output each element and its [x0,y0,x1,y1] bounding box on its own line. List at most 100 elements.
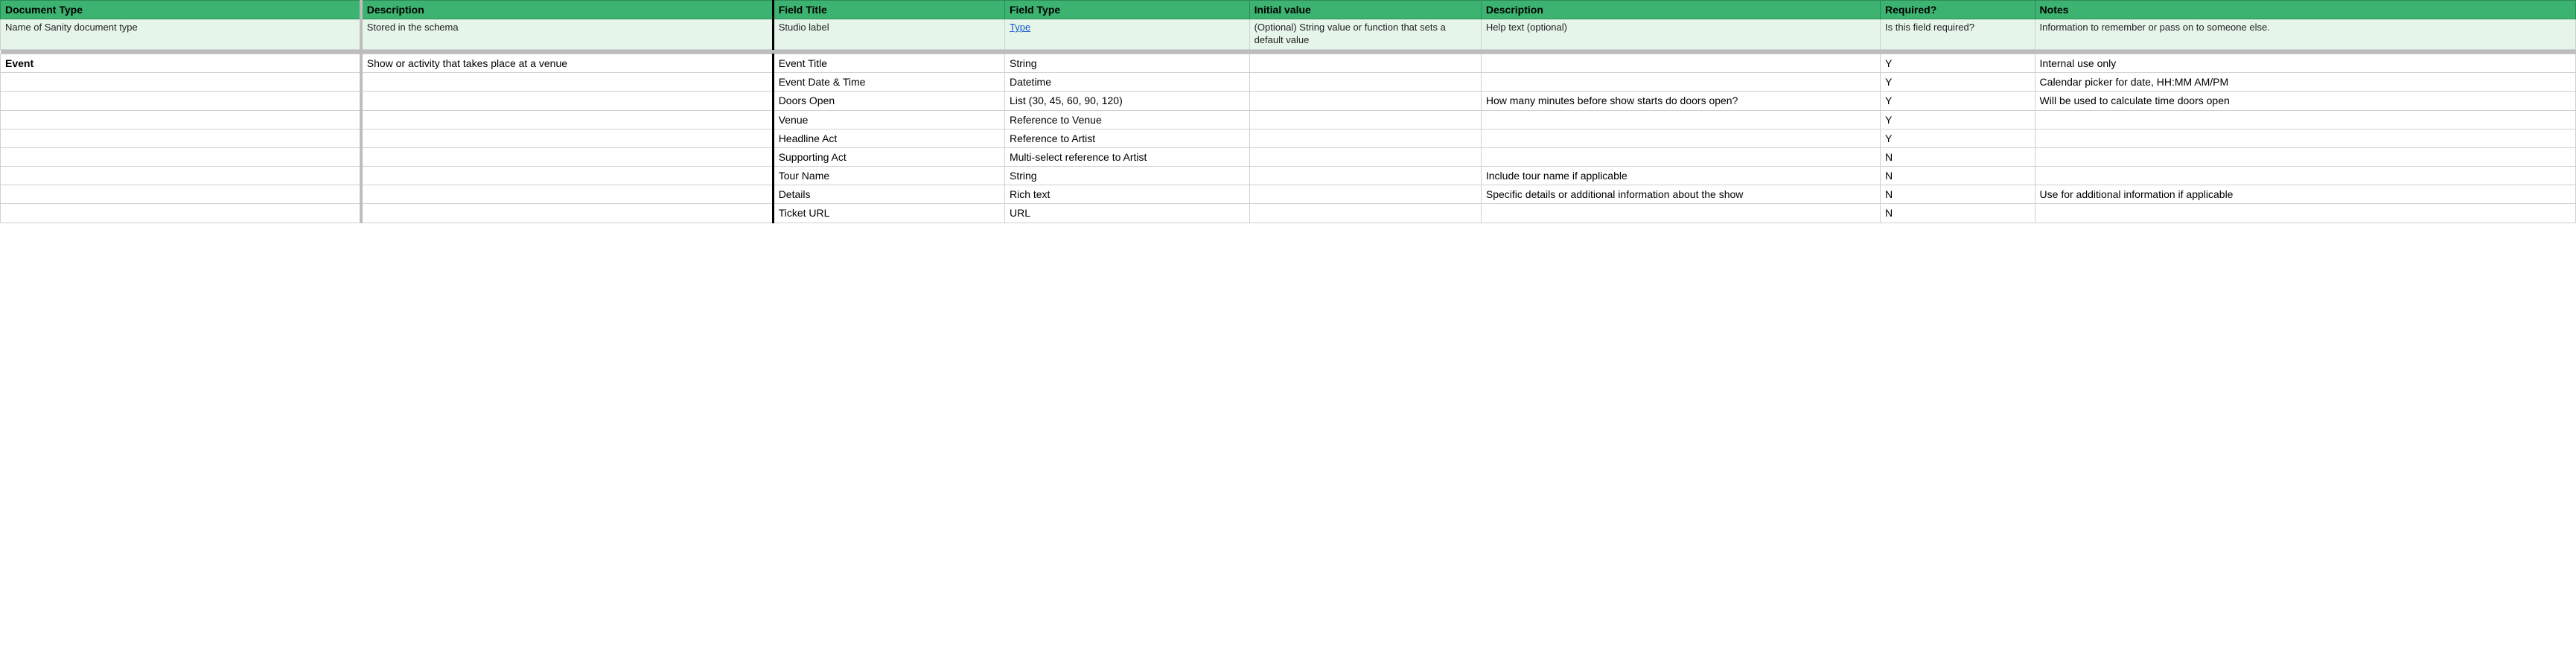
cell-field-type[interactable]: URL [1004,204,1249,223]
cell-field-type[interactable]: String [1004,167,1249,185]
sub-initial[interactable]: (Optional) String value or function that… [1249,19,1481,50]
header-row: Document Type Description Field Title Fi… [1,1,2576,19]
sub-description-1[interactable]: Stored in the schema [361,19,773,50]
cell-description[interactable] [1481,54,1880,72]
cell-required[interactable]: N [1881,147,2035,166]
cell-notes[interactable] [2035,167,2575,185]
cell-document-type[interactable] [1,110,361,129]
col-header-initial[interactable]: Initial value [1249,1,1481,19]
cell-required[interactable]: N [1881,167,2035,185]
document-name: Event [5,57,34,69]
cell-initial[interactable] [1249,54,1481,72]
table-row: DetailsRich text Specific details or addi… [1,185,2576,204]
type-link[interactable]: Type [1010,22,1030,33]
cell-description[interactable]: Include tour name if applicable [1481,167,1880,185]
cell-notes[interactable] [2035,204,2575,223]
table-row: Event Date & TimeDatetime YCalendar picke… [1,73,2576,92]
cell-notes[interactable] [2035,129,2575,147]
cell-required[interactable]: N [1881,185,2035,204]
cell-field-title[interactable]: Supporting Act [773,147,1004,166]
cell-initial[interactable] [1249,204,1481,223]
table-row: Supporting ActMulti-select reference to … [1,147,2576,166]
cell-notes[interactable] [2035,147,2575,166]
cell-field-type[interactable]: Reference to Artist [1004,129,1249,147]
cell-field-type[interactable]: Reference to Venue [1004,110,1249,129]
col-header-document-type[interactable]: Document Type [1,1,361,19]
cell-field-title[interactable]: Venue [773,110,1004,129]
sub-notes[interactable]: Information to remember or pass on to so… [2035,19,2575,50]
cell-field-type[interactable]: Rich text [1004,185,1249,204]
cell-document-description[interactable] [361,73,773,92]
cell-initial[interactable] [1249,185,1481,204]
cell-description[interactable]: Specific details or additional informati… [1481,185,1880,204]
cell-description[interactable]: How many minutes before show starts do d… [1481,92,1880,110]
cell-document-description[interactable] [361,92,773,110]
cell-required[interactable]: Y [1881,54,2035,72]
cell-field-type[interactable]: String [1004,54,1249,72]
cell-document-type[interactable] [1,185,361,204]
cell-notes[interactable]: Will be used to calculate time doors ope… [2035,92,2575,110]
col-header-description-2[interactable]: Description [1481,1,1880,19]
cell-field-title[interactable]: Event Date & Time [773,73,1004,92]
table-row: Event Show or activity that takes place a… [1,54,2576,72]
cell-description[interactable] [1481,129,1880,147]
col-header-field-type[interactable]: Field Type [1004,1,1249,19]
col-header-field-title[interactable]: Field Title [773,1,1004,19]
cell-description[interactable] [1481,73,1880,92]
cell-document-description[interactable] [361,129,773,147]
cell-field-title[interactable]: Ticket URL [773,204,1004,223]
cell-notes[interactable]: Internal use only [2035,54,2575,72]
cell-field-title[interactable]: Event Title [773,54,1004,72]
cell-initial[interactable] [1249,110,1481,129]
col-header-notes[interactable]: Notes [2035,1,2575,19]
cell-notes[interactable] [2035,110,2575,129]
table-row: Tour NameString Include tour name if appl… [1,167,2576,185]
cell-document-description[interactable] [361,185,773,204]
cell-required[interactable]: N [1881,204,2035,223]
cell-field-title[interactable]: Tour Name [773,167,1004,185]
sub-field-type[interactable]: Type [1004,19,1249,50]
cell-field-type[interactable]: List (30, 45, 60, 90, 120) [1004,92,1249,110]
cell-description[interactable] [1481,110,1880,129]
sub-field-title[interactable]: Studio label [773,19,1004,50]
cell-field-title[interactable]: Headline Act [773,129,1004,147]
cell-field-title[interactable]: Doors Open [773,92,1004,110]
cell-document-type[interactable]: Event [1,54,361,72]
table-row: Doors OpenList (30, 45, 60, 90, 120) How … [1,92,2576,110]
cell-field-type[interactable]: Multi-select reference to Artist [1004,147,1249,166]
cell-document-type[interactable] [1,147,361,166]
schema-table: Document Type Description Field Title Fi… [0,0,2576,223]
cell-field-type[interactable]: Datetime [1004,73,1249,92]
cell-document-description[interactable] [361,110,773,129]
cell-initial[interactable] [1249,73,1481,92]
col-header-required[interactable]: Required? [1881,1,2035,19]
col-header-description-1[interactable]: Description [361,1,773,19]
sub-required[interactable]: Is this field required? [1881,19,2035,50]
table-row: Headline ActReference to Artist Y [1,129,2576,147]
cell-initial[interactable] [1249,167,1481,185]
cell-document-type[interactable] [1,92,361,110]
table-row: Ticket URLURL N [1,204,2576,223]
cell-initial[interactable] [1249,147,1481,166]
cell-notes[interactable]: Calendar picker for date, HH:MM AM/PM [2035,73,2575,92]
cell-required[interactable]: Y [1881,129,2035,147]
cell-initial[interactable] [1249,92,1481,110]
cell-required[interactable]: Y [1881,92,2035,110]
cell-document-description[interactable] [361,204,773,223]
cell-initial[interactable] [1249,129,1481,147]
cell-description[interactable] [1481,204,1880,223]
sub-description-2[interactable]: Help text (optional) [1481,19,1880,50]
cell-document-description[interactable] [361,167,773,185]
cell-notes[interactable]: Use for additional information if applic… [2035,185,2575,204]
cell-required[interactable]: Y [1881,73,2035,92]
cell-document-type[interactable] [1,204,361,223]
cell-document-type[interactable] [1,167,361,185]
cell-description[interactable] [1481,147,1880,166]
cell-document-type[interactable] [1,73,361,92]
cell-field-title[interactable]: Details [773,185,1004,204]
sub-document-type[interactable]: Name of Sanity document type [1,19,361,50]
cell-required[interactable]: Y [1881,110,2035,129]
cell-document-description[interactable]: Show or activity that takes place at a v… [361,54,773,72]
cell-document-type[interactable] [1,129,361,147]
cell-document-description[interactable] [361,147,773,166]
